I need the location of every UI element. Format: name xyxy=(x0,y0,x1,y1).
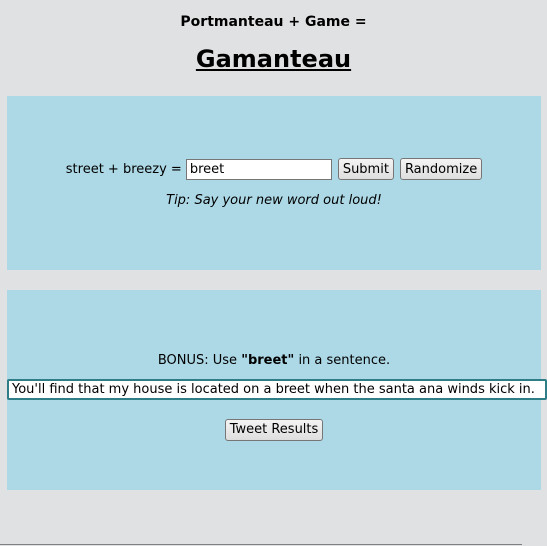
tip-text: Tip: Say your new word out loud! xyxy=(166,193,382,208)
bonus-prompt: BONUS: Use "breet" in a sentence. xyxy=(7,353,541,368)
randomize-button[interactable]: Randomize xyxy=(399,158,483,180)
bonus-prefix: BONUS: Use xyxy=(157,353,242,368)
bottom-divider xyxy=(0,544,522,545)
sentence-input[interactable] xyxy=(7,379,547,400)
tweet-row: Tweet Results xyxy=(7,418,541,441)
page-subtitle: Portmanteau + Game = xyxy=(180,14,367,30)
bonus-panel: BONUS: Use "breet" in a sentence. Tweet … xyxy=(7,290,547,490)
bonus-suffix: in a sentence. xyxy=(294,353,391,368)
page-title: Gamanteau xyxy=(195,45,352,73)
word-game-panel: street + breezy = Submit Randomize Tip: … xyxy=(7,96,541,270)
word-input[interactable] xyxy=(185,158,332,180)
word-equation: street + breezy = xyxy=(65,161,182,177)
tweet-results-button[interactable]: Tweet Results xyxy=(224,418,324,441)
word-form: street + breezy = Submit Randomize xyxy=(7,158,541,180)
submit-button[interactable]: Submit xyxy=(337,158,394,180)
bonus-word: "breet" xyxy=(241,353,295,368)
